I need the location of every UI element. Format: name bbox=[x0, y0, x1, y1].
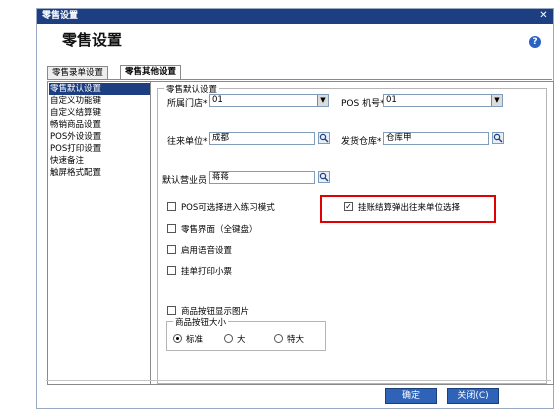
footer-divider bbox=[46, 380, 551, 381]
voice-label: 启用语音设置 bbox=[181, 246, 233, 256]
practice-mode-label: POS可选择进入练习模式 bbox=[181, 203, 275, 213]
size-standard-radio[interactable] bbox=[173, 334, 182, 343]
button-size-title: 商品按钮大小 bbox=[173, 316, 229, 328]
nav-item-retail-defaults[interactable]: 零售默认设置 bbox=[49, 83, 150, 95]
settings-nav: 零售默认设置 自定义功能键 自定义结算键 畅销商品设置 POS外设设置 POS打… bbox=[47, 81, 152, 385]
size-standard-label: 标准 bbox=[186, 335, 204, 345]
salesperson-label: 默认营业员 bbox=[162, 176, 208, 186]
warehouse-lookup-icon[interactable] bbox=[492, 132, 504, 144]
size-xlarge-label: 特大 bbox=[287, 335, 305, 345]
check-icon: ✓ bbox=[345, 202, 352, 211]
size-xlarge-radio[interactable] bbox=[274, 334, 283, 343]
salesperson-value: 蒋蒋 bbox=[212, 172, 230, 182]
window-title: 零售设置 bbox=[42, 11, 79, 21]
close-icon[interactable]: ✕ bbox=[537, 10, 550, 22]
popup-unit-label: 挂账结算弹出往来单位选择 bbox=[358, 203, 461, 213]
size-large-radio[interactable] bbox=[224, 334, 233, 343]
popup-unit-checkbox[interactable]: ✓ bbox=[344, 202, 353, 211]
full-keyboard-label: 零售界面（全键盘） bbox=[181, 225, 258, 235]
tab-retail-other-settings[interactable]: 零售其他设置 bbox=[120, 65, 182, 80]
unit-lookup-icon[interactable] bbox=[318, 132, 330, 144]
unit-value: 成都 bbox=[212, 133, 230, 143]
nav-item-custom-function-keys[interactable]: 自定义功能键 bbox=[49, 95, 150, 107]
pos-label: POS 机号* bbox=[341, 99, 385, 109]
nav-item-pos-print[interactable]: POS打印设置 bbox=[49, 143, 150, 155]
store-label: 所属门店* bbox=[167, 99, 208, 109]
size-large-label: 大 bbox=[237, 335, 246, 345]
store-select[interactable]: 01 ▼ bbox=[209, 94, 329, 107]
nav-item-custom-settlement-keys[interactable]: 自定义结算键 bbox=[49, 107, 150, 119]
print-hang-checkbox[interactable] bbox=[167, 266, 176, 275]
tab-retail-entry-settings[interactable]: 零售录单设置 bbox=[47, 66, 109, 80]
unit-input[interactable]: 成都 bbox=[209, 132, 315, 145]
store-value: 01 bbox=[212, 95, 223, 105]
nav-item-bestseller-settings[interactable]: 畅销商品设置 bbox=[49, 119, 150, 131]
tab-divider bbox=[47, 79, 552, 80]
nav-item-quick-notes[interactable]: 快速备注 bbox=[49, 155, 150, 167]
pos-value: 01 bbox=[386, 95, 397, 105]
chevron-down-icon[interactable]: ▼ bbox=[491, 95, 502, 106]
nav-item-touch-layout[interactable]: 触屏格式配置 bbox=[49, 167, 150, 179]
warehouse-value: 仓库甲 bbox=[386, 133, 412, 143]
salesperson-lookup-icon[interactable] bbox=[318, 171, 330, 183]
salesperson-input[interactable]: 蒋蒋 bbox=[209, 171, 315, 184]
close-button[interactable]: 关闭(C) bbox=[447, 388, 499, 404]
ok-button[interactable]: 确定 bbox=[385, 388, 437, 404]
show-image-checkbox[interactable] bbox=[167, 306, 176, 315]
page-title: 零售设置 bbox=[62, 31, 123, 49]
practice-mode-checkbox[interactable] bbox=[167, 202, 176, 211]
warehouse-input[interactable]: 仓库甲 bbox=[383, 132, 489, 145]
help-icon[interactable]: ? bbox=[529, 36, 541, 48]
warehouse-label: 发货仓库* bbox=[341, 137, 382, 147]
print-hang-label: 挂单打印小票 bbox=[181, 267, 233, 277]
unit-label: 往来单位* bbox=[167, 137, 208, 147]
chevron-down-icon[interactable]: ▼ bbox=[317, 95, 328, 106]
title-bar[interactable]: 零售设置 ✕ bbox=[37, 9, 553, 24]
full-keyboard-checkbox[interactable] bbox=[167, 224, 176, 233]
nav-item-pos-peripherals[interactable]: POS外设设置 bbox=[49, 131, 150, 143]
voice-checkbox[interactable] bbox=[167, 245, 176, 254]
pos-select[interactable]: 01 ▼ bbox=[383, 94, 503, 107]
